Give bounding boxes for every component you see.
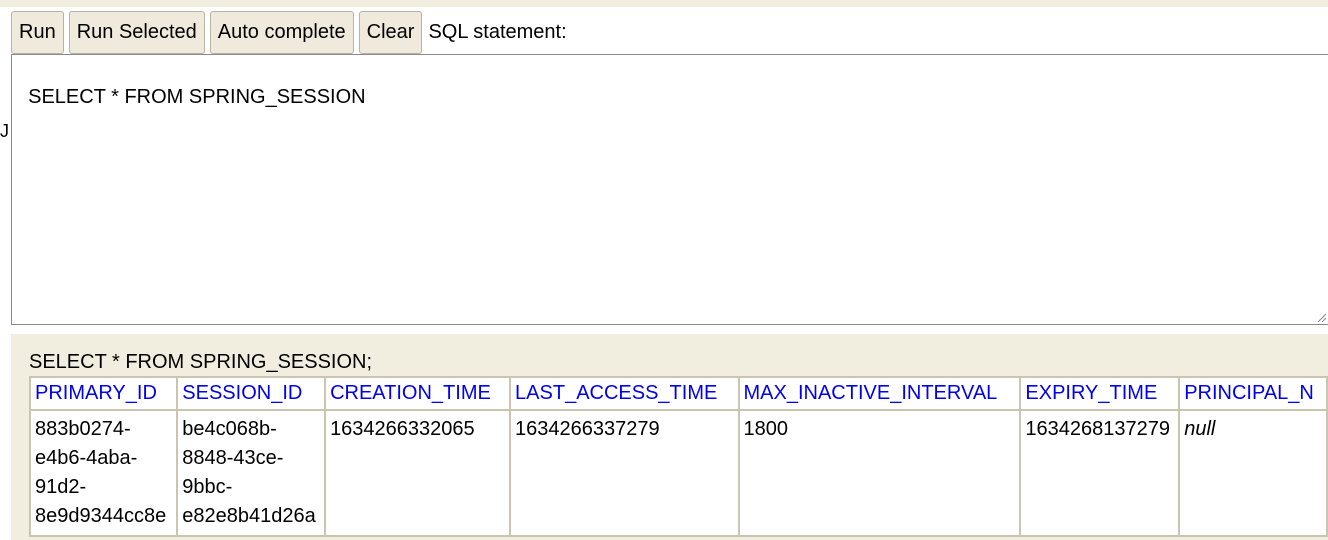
result-table: PRIMARY_ID SESSION_ID CREATION_TIME LAST…: [28, 376, 1328, 537]
result-panel: SELECT * FROM SPRING_SESSION; PRIMARY_ID…: [11, 334, 1328, 540]
left-edge-fragment: J: [0, 121, 9, 141]
cell-creation-time: 1634266332065: [324, 409, 512, 537]
sql-statement-label: SQL statement:: [428, 21, 567, 43]
cell-line: 9bbc-: [182, 476, 233, 498]
cell-line: be4c068b-: [182, 418, 277, 440]
top-strip: [0, 0, 1328, 7]
sql-toolbar: Run Run Selected Auto complete Clear SQL…: [11, 11, 567, 54]
sql-editor-text: SELECT * FROM SPRING_SESSION: [28, 86, 366, 108]
table-row: 883b0274- e4b6-4aba- 91d2- 8e9d9344cc8e …: [28, 409, 1328, 537]
column-header-session-id[interactable]: SESSION_ID: [176, 376, 327, 411]
cell-session-id: be4c068b- 8848-43ce- 9bbc- e82e8b41d26a: [176, 409, 327, 537]
cell-line: 8e9d9344cc8e: [35, 505, 167, 527]
sql-editor-textarea[interactable]: SELECT * FROM SPRING_SESSION: [11, 54, 1328, 325]
cell-line: e82e8b41d26a: [182, 505, 316, 527]
auto-complete-button[interactable]: Auto complete: [209, 11, 354, 54]
cell-line: 883b0274-: [35, 418, 131, 440]
cell-line: 8848-43ce-: [182, 447, 284, 469]
cell-principal-name: null: [1178, 409, 1328, 537]
cell-primary-id: 883b0274- e4b6-4aba- 91d2- 8e9d9344cc8e: [28, 409, 179, 537]
resize-grip-icon[interactable]: [1316, 312, 1326, 322]
run-selected-button[interactable]: Run Selected: [68, 11, 205, 54]
run-button[interactable]: Run: [11, 11, 64, 54]
cell-last-access-time: 1634266337279: [509, 409, 740, 537]
table-header-row: PRIMARY_ID SESSION_ID CREATION_TIME LAST…: [28, 376, 1328, 411]
column-header-creation-time[interactable]: CREATION_TIME: [324, 376, 512, 411]
column-header-last-access-time[interactable]: LAST_ACCESS_TIME: [509, 376, 740, 411]
cell-expiry-time: 1634268137279: [1019, 409, 1181, 537]
column-header-max-inactive-interval[interactable]: MAX_INACTIVE_INTERVAL: [737, 376, 1022, 411]
cell-line: 91d2-: [35, 476, 87, 498]
cell-max-inactive-interval: 1800: [737, 409, 1022, 537]
executed-sql-text: SELECT * FROM SPRING_SESSION;: [29, 351, 373, 373]
column-header-primary-id[interactable]: PRIMARY_ID: [28, 376, 179, 411]
cell-line: e4b6-4aba-: [35, 447, 138, 469]
clear-button[interactable]: Clear: [358, 11, 423, 54]
column-header-expiry-time[interactable]: EXPIRY_TIME: [1019, 376, 1181, 411]
column-header-principal-name[interactable]: PRINCIPAL_N: [1178, 376, 1328, 411]
